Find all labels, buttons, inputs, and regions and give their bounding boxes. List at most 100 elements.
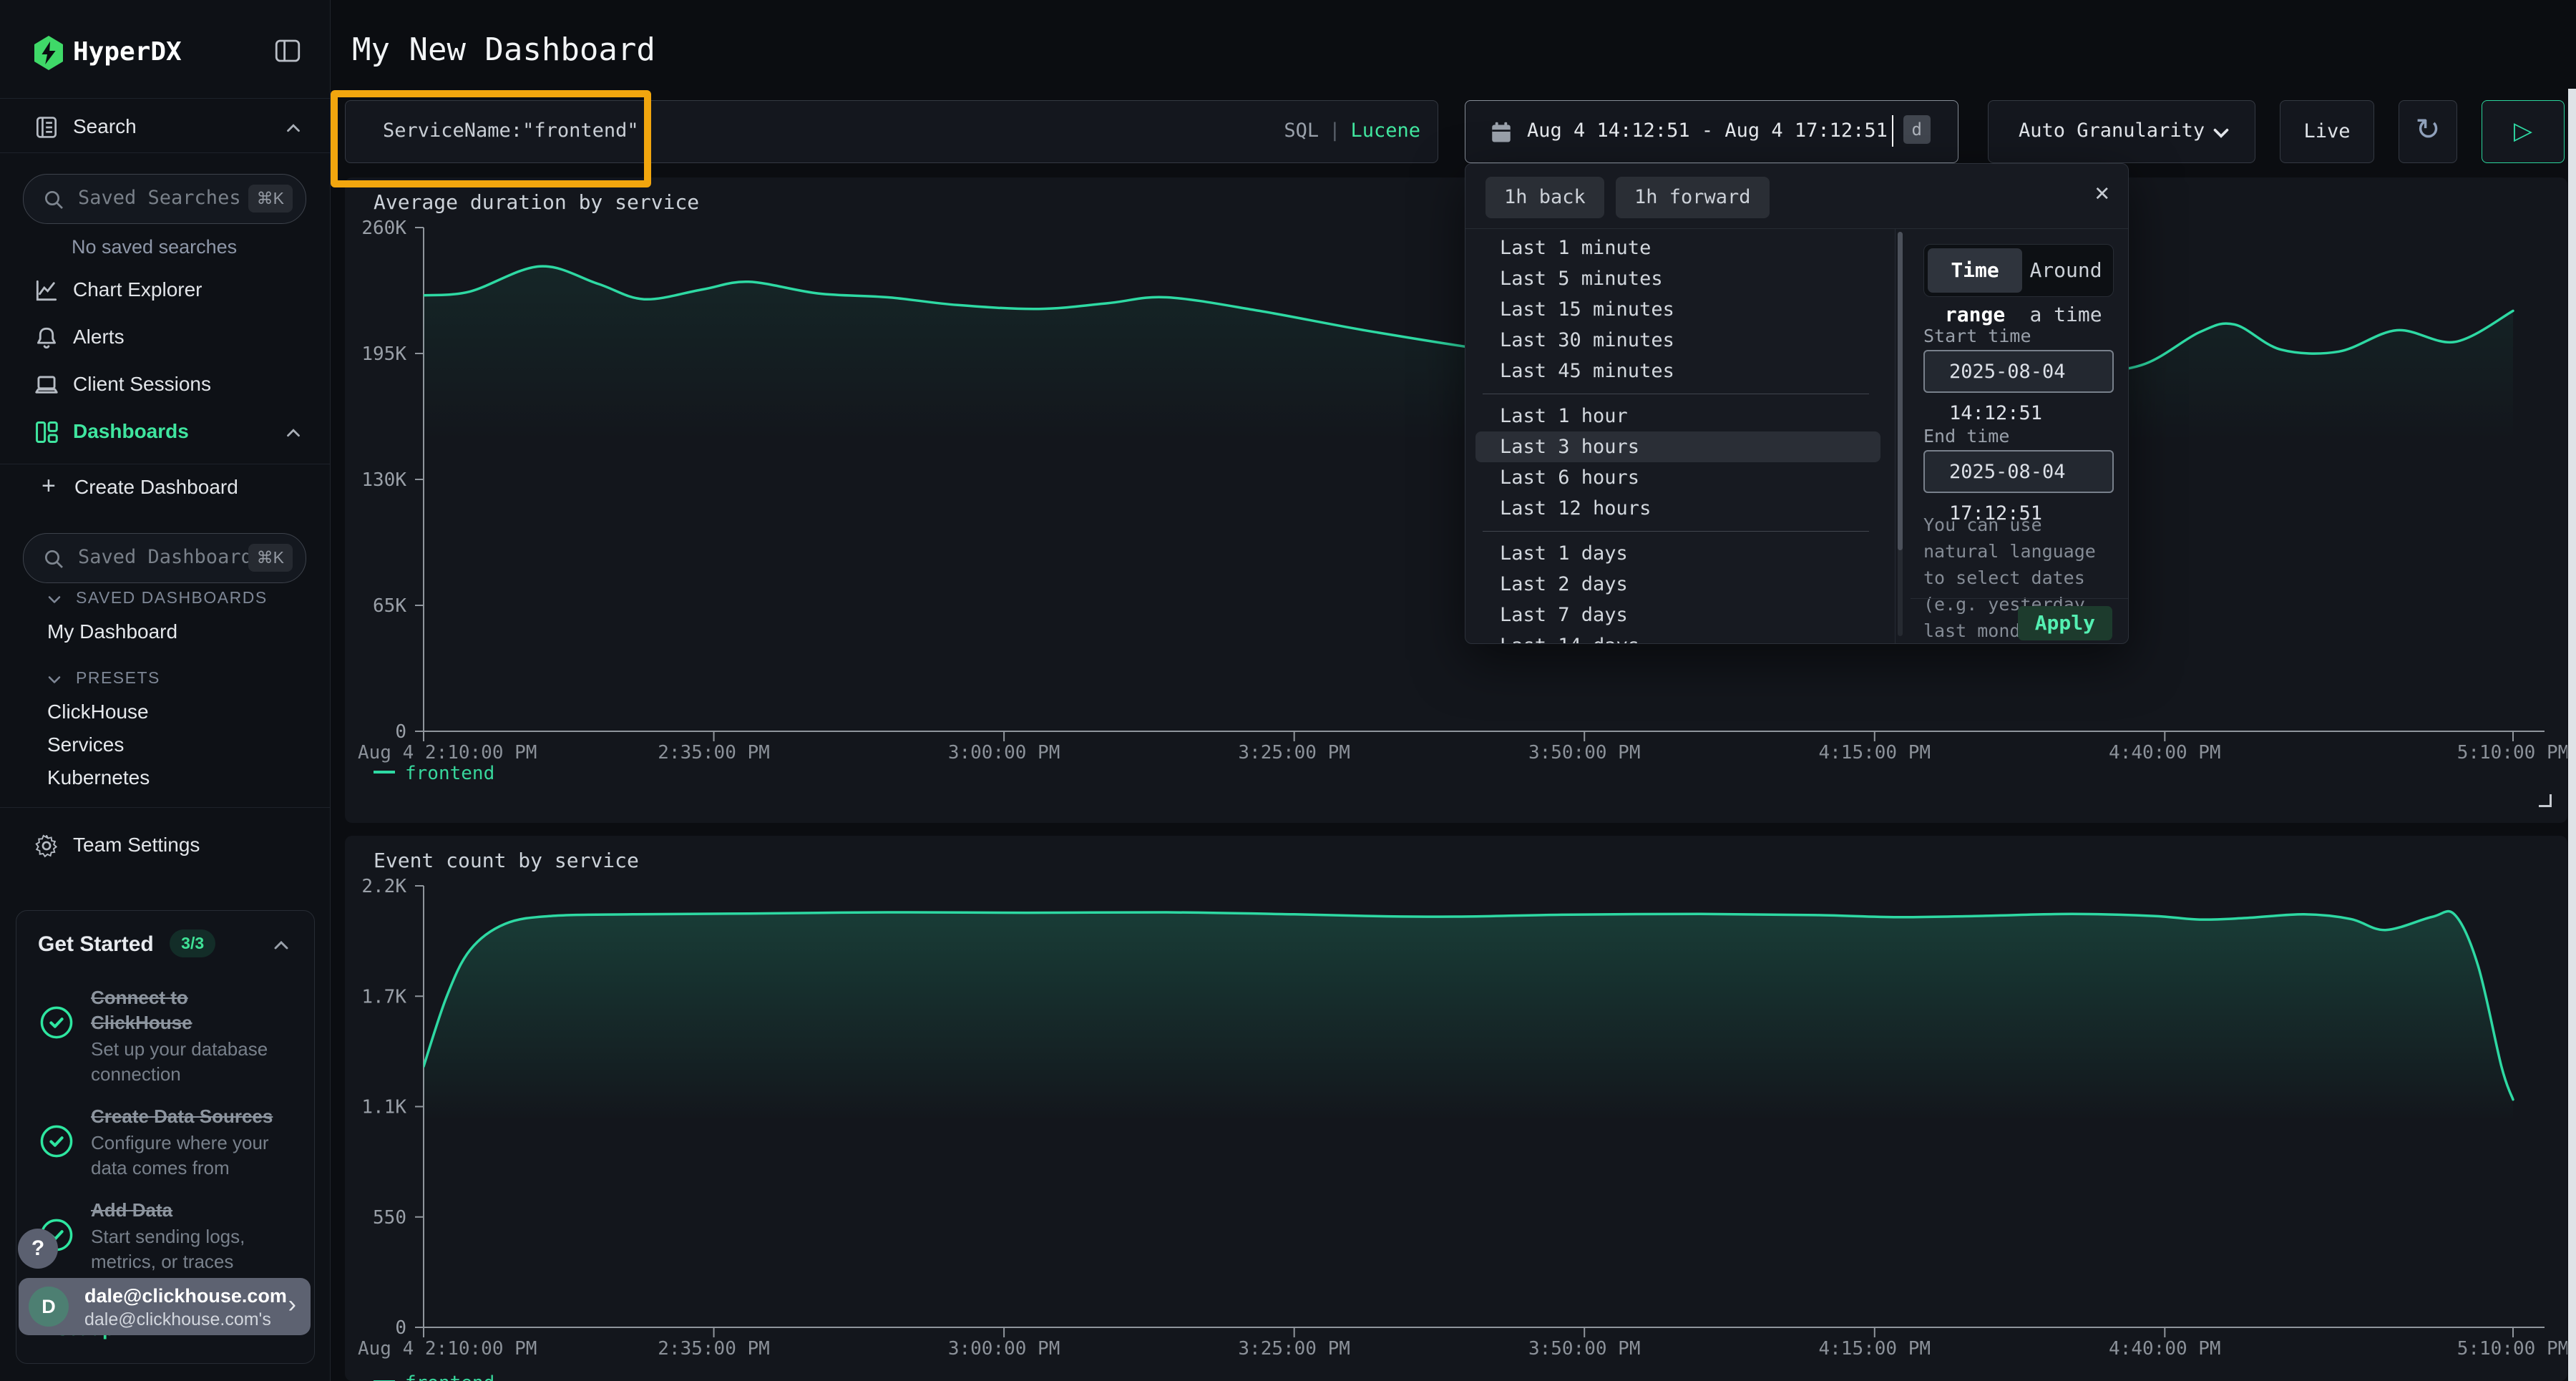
time-picker-tabs: Time range Around a time [1923, 244, 2114, 297]
start-time-input[interactable]: 2025-08-04 14:12:51 [1923, 350, 2114, 393]
checklist-item-title: Add Data [91, 1198, 288, 1223]
sidebar-item-services[interactable]: Services [0, 728, 330, 761]
quick-range-last-15-minutes[interactable]: Last 15 minutes [1475, 294, 1880, 325]
sidebar-item-my-dashboard[interactable]: My Dashboard [0, 615, 330, 648]
y-tick-label: 195K [361, 343, 406, 365]
x-tick-label: 3:00:00 PM [948, 1338, 1060, 1360]
sidebar-collapse-icon[interactable] [273, 36, 303, 69]
chevron-up-icon[interactable] [283, 422, 304, 447]
get-started-header[interactable]: Get Started 3/3 [38, 929, 314, 968]
divider [0, 98, 330, 99]
y-tick-label: 130K [361, 469, 406, 491]
sidebar-item-client-sessions[interactable]: Client Sessions [0, 369, 330, 402]
get-started-progress-badge: 3/3 [170, 929, 215, 957]
checklist-item[interactable]: Add DataStart sending logs, metrics, or … [38, 1198, 314, 1274]
quick-range-last-5-minutes[interactable]: Last 5 minutes [1475, 263, 1880, 294]
checklist-item-content: Create Data SourcesConfigure where your … [91, 1104, 288, 1181]
checklist-item-title: Create Data Sources [91, 1104, 288, 1129]
sidebar-item-kubernetes[interactable]: Kubernetes [0, 761, 330, 794]
avatar: D [29, 1287, 69, 1327]
brand-name: HyperDX [73, 37, 182, 67]
tab-time-range[interactable]: Time range [1928, 248, 2022, 293]
gear-icon [33, 832, 60, 863]
close-icon[interactable]: ✕ [2095, 178, 2109, 207]
sql-toggle[interactable]: SQL [1284, 119, 1319, 142]
quick-range-last-30-minutes[interactable]: Last 30 minutes [1475, 325, 1880, 356]
quick-range-last-1-minute[interactable]: Last 1 minute [1475, 233, 1880, 263]
play-icon: ▷ [2514, 117, 2532, 145]
quick-range-last-6-hours[interactable]: Last 6 hours [1475, 462, 1880, 493]
shift-1h-back-button[interactable]: 1h back [1485, 177, 1604, 218]
app-root: HyperDX Search Saved Searches ⌘K No save… [0, 0, 2576, 1381]
y-tick-label: 2.2K [361, 876, 406, 897]
x-tick-label: 4:15:00 PM [1819, 742, 1931, 763]
sidebar-item-team-settings[interactable]: Team Settings [0, 830, 330, 863]
granularity-select[interactable]: Auto Granularity [1988, 100, 2255, 163]
chart-panel-event-count: Event count by service frontend 05501.1K… [345, 836, 2567, 1381]
x-tick-label: 4:40:00 PM [2109, 1338, 2221, 1360]
chevron-down-icon [44, 590, 64, 613]
x-tick-label: 3:25:00 PM [1238, 742, 1350, 763]
section-header-presets[interactable]: PRESETS [0, 661, 330, 696]
sidebar-item-label: Dashboards [73, 420, 189, 443]
page-scrollbar[interactable] [2568, 89, 2576, 1381]
checklist-item-desc: Start sending logs, metrics, or traces [91, 1224, 288, 1274]
tab-around-a-time[interactable]: Around a time [2022, 248, 2109, 293]
search-icon [42, 547, 65, 574]
saved-searches-input[interactable]: Saved Searches ⌘K [23, 174, 306, 224]
apply-button[interactable]: Apply [2018, 606, 2112, 640]
refresh-button[interactable]: ↻ [2399, 100, 2457, 163]
chevron-up-icon[interactable] [270, 934, 293, 960]
spacer [0, 648, 330, 661]
date-range-input[interactable]: Aug 4 14:12:51 - Aug 4 17:12:51 d [1465, 100, 1958, 163]
quick-range-last-7-days[interactable]: Last 7 days [1475, 600, 1880, 630]
sidebar-item-alerts[interactable]: Alerts [0, 322, 330, 355]
chart-canvas: 05501.1K1.7K2.2KAug 4 2:10:00 PM2:35:00 … [345, 836, 2567, 1381]
create-dashboard-button[interactable]: + Create Dashboard [0, 472, 330, 505]
search-panel-icon [33, 114, 60, 145]
sidebar-item-search[interactable]: Search [0, 112, 330, 145]
sidebar-item-label: Team Settings [73, 834, 200, 857]
quick-range-last-14-days[interactable]: Last 14 days [1475, 630, 1880, 643]
checklist-item[interactable]: Create Data SourcesConfigure where your … [38, 1104, 314, 1181]
x-tick-label: Aug 4 2:10:00 PM [358, 1338, 537, 1360]
plus-icon: + [42, 472, 56, 500]
quick-range-list: Last 1 minuteLast 5 minutesLast 15 minut… [1465, 228, 1895, 643]
section-label: PRESETS [76, 668, 160, 688]
date-shortcut-badge: d [1903, 115, 1931, 144]
sidebar-item-clickhouse[interactable]: ClickHouse [0, 696, 330, 728]
query-value: ServiceName:"frontend" [383, 119, 639, 142]
user-menu[interactable]: D dale@clickhouse.com dale@clickhouse.co… [19, 1278, 311, 1335]
y-tick-label: 1.7K [361, 986, 406, 1007]
saved-dashboards-input[interactable]: Saved Dashboards ⌘K [23, 533, 306, 583]
sidebar-item-chart-explorer[interactable]: Chart Explorer [0, 275, 330, 308]
end-time-label: End time [1923, 426, 2009, 446]
live-button[interactable]: Live [2280, 100, 2374, 163]
help-button[interactable]: ? [18, 1229, 58, 1269]
checklist-item-desc: Set up your database connection [91, 1037, 288, 1087]
scrollbar-thumb[interactable] [1898, 232, 1903, 550]
quick-range-last-1-days[interactable]: Last 1 days [1475, 538, 1880, 569]
quick-range-last-45-minutes[interactable]: Last 45 minutes [1475, 356, 1880, 386]
quick-range-last-2-days[interactable]: Last 2 days [1475, 569, 1880, 600]
play-button[interactable]: ▷ [2482, 100, 2565, 163]
shift-1h-forward-button[interactable]: 1h forward [1616, 177, 1770, 218]
y-tick-label: 550 [373, 1207, 406, 1229]
sidebar: HyperDX Search Saved Searches ⌘K No save… [0, 0, 331, 1381]
lucene-toggle[interactable]: Lucene [1350, 119, 1420, 142]
x-tick-label: 2:35:00 PM [658, 742, 770, 763]
section-header-saved-dashboards[interactable]: SAVED DASHBOARDS [0, 581, 330, 615]
quick-range-last-3-hours[interactable]: Last 3 hours [1475, 431, 1880, 462]
end-time-input[interactable]: 2025-08-04 17:12:51 [1923, 450, 2114, 493]
query-input[interactable]: ServiceName:"frontend" SQL|Lucene [345, 100, 1438, 163]
x-tick-label: 5:10:00 PM [2457, 742, 2567, 763]
checklist-item-content: Add DataStart sending logs, metrics, or … [91, 1198, 288, 1274]
sidebar-item-dashboards[interactable]: Dashboards [0, 416, 330, 449]
chevron-up-icon[interactable] [283, 117, 304, 142]
quick-range-last-1-hour[interactable]: Last 1 hour [1475, 401, 1880, 431]
sidebar-item-label: Search [73, 115, 137, 138]
checklist-item[interactable]: Connect to ClickHouseSet up your databas… [38, 985, 314, 1087]
x-tick-label: 3:50:00 PM [1528, 742, 1641, 763]
quick-range-last-12-hours[interactable]: Last 12 hours [1475, 493, 1880, 524]
chart-canvas: 065K130K195K260KAug 4 2:10:00 PM2:35:00 … [345, 177, 2567, 823]
